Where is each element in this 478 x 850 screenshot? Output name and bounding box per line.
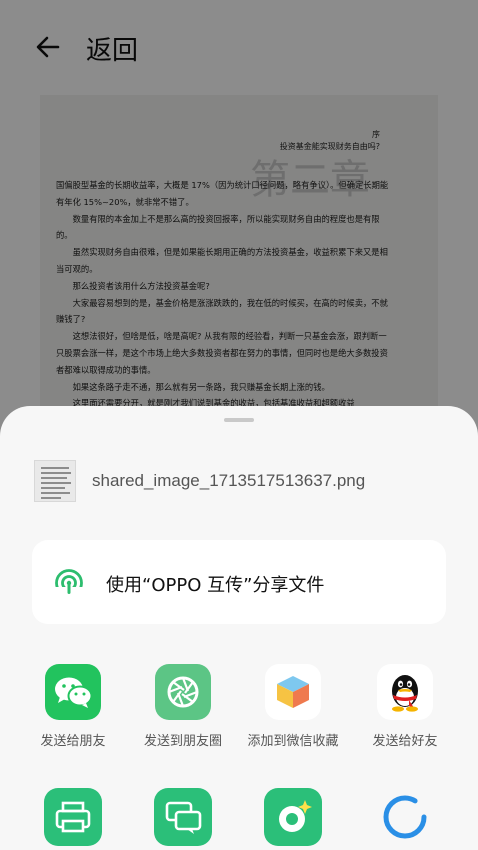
share-target-label: 添加到微信收藏 bbox=[247, 734, 339, 749]
share-target-print[interactable] bbox=[14, 788, 132, 846]
qq-icon bbox=[377, 664, 433, 720]
share-target-label: 发送到朋友圈 bbox=[143, 734, 222, 749]
share-target-qq-friend[interactable]: 发送给好友 bbox=[346, 664, 464, 749]
loading-ring-icon bbox=[376, 788, 434, 846]
share-sheet: shared_image_1713517513637.png 使用“OPPO 互… bbox=[0, 406, 478, 850]
share-target-wechat-favorites[interactable]: 添加到微信收藏 bbox=[234, 664, 352, 749]
oppo-share-button[interactable]: 使用“OPPO 互传”分享文件 bbox=[32, 540, 446, 624]
share-target-camera[interactable] bbox=[234, 788, 352, 846]
shared-file-row: shared_image_1713517513637.png bbox=[34, 460, 454, 502]
share-target-wechat-friend[interactable]: 发送给朋友 bbox=[14, 664, 132, 749]
moments-icon bbox=[155, 664, 211, 720]
file-thumbnail bbox=[34, 460, 76, 502]
file-name: shared_image_1713517513637.png bbox=[92, 471, 366, 490]
share-target-more[interactable] bbox=[346, 788, 464, 846]
share-target-chat[interactable] bbox=[124, 788, 242, 846]
favorites-icon bbox=[265, 664, 321, 720]
oppo-share-label: 使用“OPPO 互传”分享文件 bbox=[106, 575, 325, 596]
print-icon bbox=[44, 788, 102, 846]
chat-bubbles-icon bbox=[154, 788, 212, 846]
share-target-label: 发送给朋友 bbox=[40, 734, 106, 749]
share-target-moments[interactable]: 发送到朋友圈 bbox=[124, 664, 242, 749]
wechat-icon bbox=[45, 664, 101, 720]
camera-lens-icon bbox=[264, 788, 322, 846]
share-target-label: 发送给好友 bbox=[372, 734, 438, 749]
drag-handle[interactable] bbox=[224, 418, 254, 422]
wireless-share-icon bbox=[54, 569, 84, 598]
